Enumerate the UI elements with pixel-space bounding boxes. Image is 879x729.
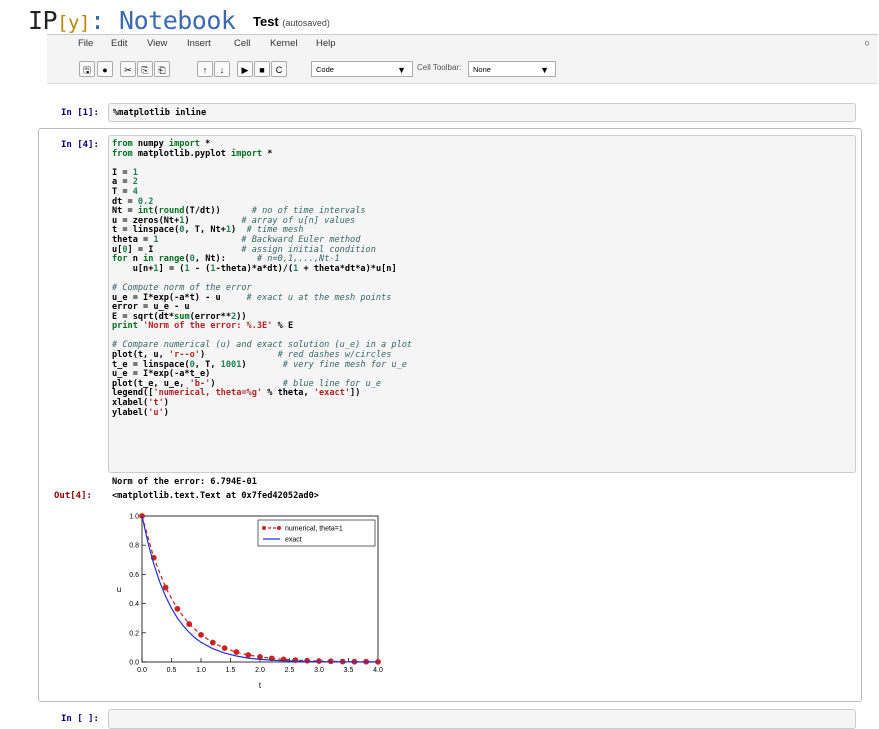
data-point (245, 652, 252, 658)
notebook-header: IP[y]: Notebook Test (autosaved) (0, 0, 879, 38)
chevron-down-icon: ▼ (540, 65, 549, 75)
legend-label: exact (285, 537, 302, 544)
cell-2-out-repr: <matplotlib.text.Text at 0x7fed42052ad0> (112, 491, 319, 501)
data-point (233, 649, 240, 655)
cell-toolbar-value: None (473, 65, 491, 74)
cell-type-select[interactable]: Code ▼ (311, 61, 413, 77)
data-point (292, 657, 299, 664)
y-tick-label: 0.4 (129, 601, 139, 608)
cell-2-prompt: In [4]: (61, 140, 99, 150)
y-tick-label: 0.0 (129, 660, 139, 667)
legend-label: numerical, theta=1 (285, 526, 343, 533)
x-tick-label: 1.0 (196, 667, 206, 674)
cell-1-input[interactable]: %matplotlib inline (108, 103, 856, 122)
cell-1-prompt: In [1]: (61, 108, 99, 118)
kernel-status-icon: ○ (864, 38, 870, 49)
data-point (257, 653, 263, 660)
legend-box (257, 519, 376, 547)
legend-marker (262, 526, 266, 530)
cell-toolbar-select[interactable]: None ▼ (468, 61, 556, 77)
y-axis-label: u (117, 585, 121, 594)
cell-2-code: from numpy import * from matplotlib.pypl… (112, 139, 413, 418)
cell-3-input[interactable] (108, 709, 856, 729)
y-tick-label: 0.2 (129, 630, 139, 637)
x-tick-label: 3.0 (314, 667, 324, 674)
x-axis-label: t (259, 681, 262, 690)
cell-type-value: Code (316, 65, 334, 74)
x-tick-label: 1.5 (226, 667, 236, 674)
x-tick-label: 2.0 (255, 667, 265, 674)
menu-view[interactable]: View (147, 38, 167, 49)
restart-icon[interactable]: C (271, 61, 287, 77)
notebook-name[interactable]: Test (autosaved) (253, 14, 330, 29)
run-icon[interactable]: ▶ (237, 61, 253, 77)
menu-help[interactable]: Help (316, 38, 336, 49)
data-point (209, 639, 216, 646)
chevron-down-icon: ▼ (397, 65, 406, 75)
y-tick-label: 0.8 (129, 543, 139, 550)
insert-cell-icon[interactable]: ● (97, 61, 113, 77)
stop-icon[interactable]: ■ (254, 61, 270, 77)
toolbar: 🖫 ● ✂ ⎘ ⎗ ↑ ↓ ▶ ■ C Code ▼ Cell Toolbar: … (47, 53, 878, 84)
cell-toolbar-label: Cell Toolbar: (417, 63, 462, 72)
data-point (174, 605, 181, 612)
data-point (198, 631, 204, 638)
menu-cell[interactable]: Cell (234, 38, 250, 49)
cell-3-prompt: In [ ]: (61, 714, 99, 724)
legend-marker (277, 526, 281, 530)
cut-icon[interactable]: ✂ (120, 61, 136, 77)
save-icon[interactable]: 🖫 (79, 61, 95, 77)
menu-bar: File Edit View Insert Cell Kernel Help ○ (47, 34, 878, 54)
menu-insert[interactable]: Insert (187, 38, 211, 49)
y-tick-label: 1.0 (129, 514, 139, 521)
menu-kernel[interactable]: Kernel (270, 38, 297, 49)
x-tick-label: 0.0 (137, 667, 147, 674)
logo-bracket: [y] (57, 12, 90, 34)
cell-2-stdout: Norm of the error: 6.794E-01 (112, 477, 257, 487)
move-up-icon[interactable]: ↑ (197, 61, 213, 77)
move-down-icon[interactable]: ↓ (214, 61, 230, 77)
notebook-title[interactable]: Test (253, 14, 279, 29)
output-plot: 0.0 0.5 1.0 1.5 2.0 2.5 3.0 3.5 4.0 0.0 0.2 0.4 0.6 0… (117, 513, 383, 690)
logo-notebook: : Notebook (89, 6, 236, 35)
save-status: (autosaved) (282, 18, 330, 28)
data-point (162, 584, 169, 591)
x-tick-label: 0.5 (167, 667, 177, 674)
y-tick-label: 0.6 (129, 572, 139, 579)
menu-file[interactable]: File (78, 38, 93, 49)
menu-edit[interactable]: Edit (111, 38, 127, 49)
x-tick-label: 4.0 (373, 667, 383, 674)
data-point (186, 621, 193, 627)
paste-icon[interactable]: ⎗ (154, 61, 170, 77)
ipython-logo[interactable]: IP[y]: Notebook (28, 6, 236, 35)
copy-icon[interactable]: ⎘ (137, 61, 153, 77)
cell-2-out-prompt: Out[4]: (54, 491, 92, 501)
x-tick-label: 3.5 (344, 667, 354, 674)
data-point (221, 645, 228, 652)
x-tick-label: 2.5 (285, 667, 295, 674)
logo-ip: IP (28, 6, 58, 35)
cell-1-source: %matplotlib inline (113, 108, 207, 118)
data-point (304, 657, 311, 664)
